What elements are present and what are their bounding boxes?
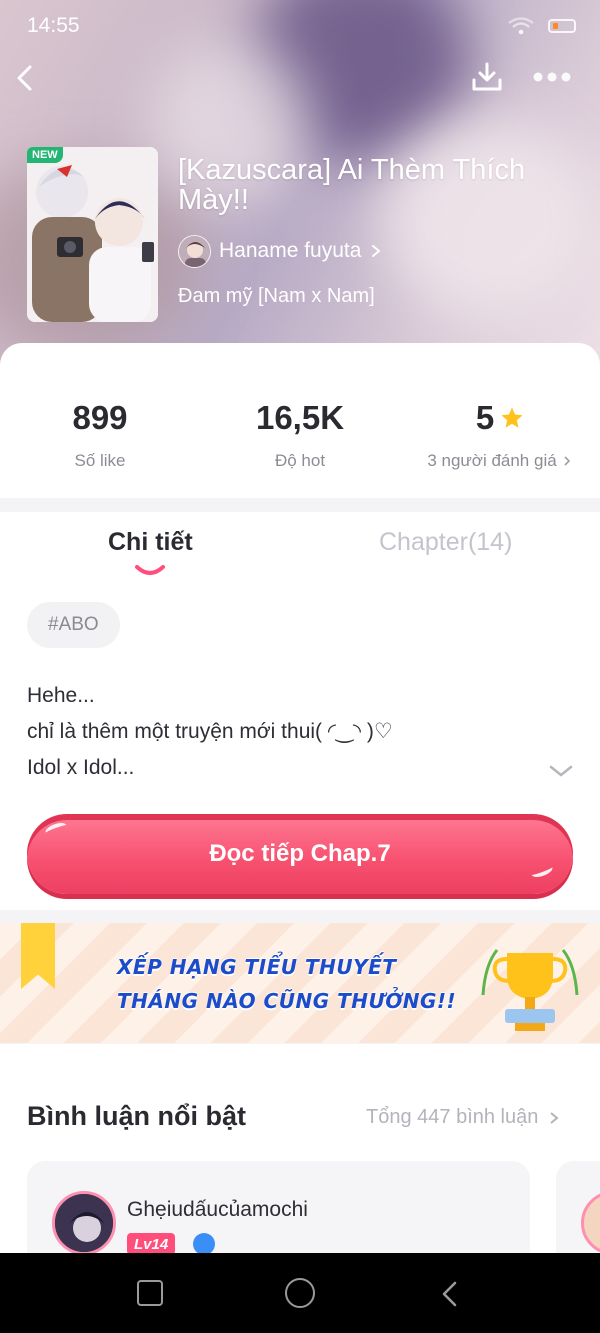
wifi-icon	[508, 17, 534, 35]
continue-reading-button[interactable]: Đọc tiếp Chap.7	[27, 814, 573, 894]
ranking-banner[interactable]: XẾP HẠNG TIỂU THUYẾT THÁNG NÀO CŨNG THƯỞ…	[0, 923, 600, 1043]
star-icon	[501, 407, 523, 428]
book-title: [Kazuscara] Ai Thèm Thích Mày!!	[178, 154, 526, 216]
vip-badge-icon	[193, 1233, 215, 1255]
hot-label: Độ hot	[274, 451, 326, 470]
back-arrow-icon[interactable]	[10, 62, 42, 94]
banner-line-1: XẾP HẠNG TIỂU THUYẾT	[117, 955, 397, 979]
author-link[interactable]: Haname fuyuta	[178, 234, 383, 268]
likes-count: 899	[72, 399, 128, 436]
author-name: Haname fuyuta	[219, 239, 362, 262]
rating-count-label: 3 người đánh giá	[427, 451, 557, 470]
comments-total-link[interactable]: Tổng 447 bình luận	[366, 1106, 560, 1129]
featured-comments: Bình luận nổi bật Tổng 447 bình luận Ghẹ…	[0, 1044, 600, 1301]
rating-value: 5	[475, 399, 495, 436]
system-navigation-bar	[0, 1253, 600, 1333]
detail-section: Chi tiết Chapter(14) #ABO Hehe... chỉ là…	[0, 512, 600, 910]
author-avatar	[178, 234, 211, 268]
book-cover-image[interactable]	[27, 147, 158, 322]
level-badge: Lv14	[127, 1233, 176, 1255]
continue-reading-label: Đọc tiếp Chap.7	[209, 840, 391, 867]
system-back-icon[interactable]	[438, 1280, 462, 1308]
new-badge: NEW	[27, 147, 63, 163]
chevron-right-icon	[550, 1111, 559, 1124]
top-nav	[0, 56, 600, 102]
bookmark-ribbon-icon	[21, 923, 55, 989]
avatar[interactable]	[52, 1191, 116, 1255]
stat-hot: 16,5K Độ hot	[230, 399, 370, 471]
chevron-right-icon	[564, 456, 570, 466]
description-line: chỉ là thêm một truyện mới thui( ◜‿◝ )♡	[27, 720, 393, 743]
likes-label: Số like	[74, 451, 126, 470]
status-time: 14:55	[27, 14, 80, 37]
description: Hehe... chỉ là thêm một truyện mới thui(…	[27, 678, 547, 786]
more-options-icon[interactable]	[530, 66, 574, 88]
tab-chapters[interactable]: Chapter(14)	[379, 528, 512, 557]
trophy-icon	[481, 949, 579, 1031]
stat-rating[interactable]: 5 3 người đánh giá	[420, 399, 580, 471]
stats-card: 899 Số like 16,5K Độ hot 5 3 người đánh …	[0, 343, 600, 498]
comments-total: Tổng 447 bình luận	[366, 1106, 539, 1128]
description-line: Idol x Idol...	[27, 756, 135, 779]
comment-username[interactable]: Ghẹiudấucủamochi	[127, 1198, 308, 1222]
stat-likes: 899 Số like	[40, 399, 160, 471]
recent-apps-icon[interactable]	[137, 1280, 163, 1306]
tab-detail[interactable]: Chi tiết	[108, 528, 193, 557]
comments-title: Bình luận nổi bật	[27, 1101, 246, 1131]
status-bar: 14:55	[27, 12, 576, 40]
tag-chip[interactable]: #ABO	[27, 602, 120, 648]
download-icon[interactable]	[470, 60, 504, 94]
description-line: Hehe...	[27, 684, 95, 707]
battery-icon	[548, 19, 576, 33]
genre-label: Đam mỹ [Nam x Nam]	[178, 285, 375, 307]
hot-count: 16,5K	[255, 399, 345, 436]
chevron-right-icon	[372, 245, 381, 257]
expand-chevron-icon[interactable]	[548, 762, 574, 780]
home-icon[interactable]	[285, 1278, 315, 1308]
banner-line-2: THÁNG NÀO CŨNG THƯỞNG!!	[117, 989, 457, 1013]
tab-active-indicator	[135, 565, 165, 575]
